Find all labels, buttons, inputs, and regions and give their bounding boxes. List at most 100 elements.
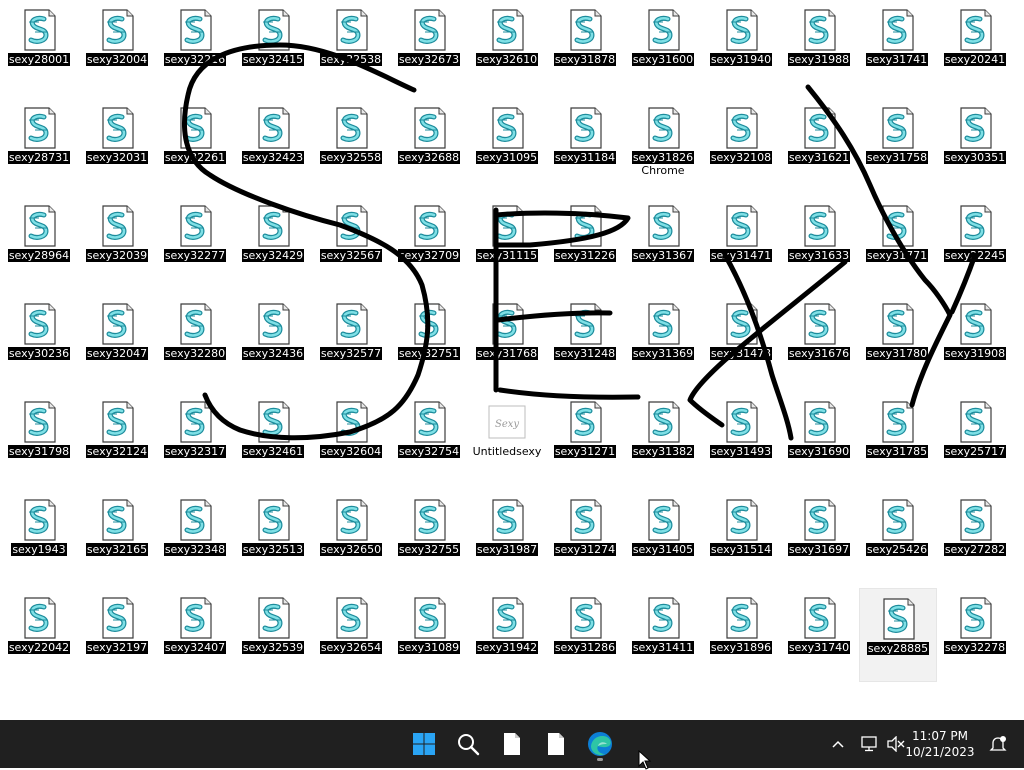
desktop-icon[interactable]: sexy31248 xyxy=(547,294,623,386)
desktop-icon[interactable]: sexy31690 xyxy=(781,392,857,484)
desktop-icon[interactable]: sexy32688 xyxy=(391,98,467,190)
desktop-icon[interactable]: sexy32407 xyxy=(157,588,233,680)
desktop-icon[interactable]: sexy31473 xyxy=(703,294,779,386)
desktop-icon[interactable]: sexy31405 xyxy=(625,490,701,582)
desktop-icon[interactable]: sexy31286 xyxy=(547,588,623,680)
desktop-icon[interactable]: sexy31878 xyxy=(547,0,623,92)
desktop-icon[interactable]: sexy32610 xyxy=(469,0,545,92)
desktop-icon[interactable]: sexy32165 xyxy=(79,490,155,582)
desktop-icon[interactable]: sexy31987 xyxy=(469,490,545,582)
desktop-icon[interactable]: sexy28964 xyxy=(1,196,77,288)
desktop-icon[interactable]: sexy32538 xyxy=(313,0,389,92)
desktop-icon[interactable]: sexy32673 xyxy=(391,0,467,92)
desktop-icon[interactable]: sexy31471 xyxy=(703,196,779,288)
desktop-icon[interactable]: sexy32348 xyxy=(157,490,233,582)
clock[interactable]: 11:07 PM 10/21/2023 xyxy=(900,728,980,760)
desktop-icon[interactable]: sexy30351 xyxy=(937,98,1013,190)
file-button-2[interactable] xyxy=(536,724,576,764)
desktop-icon[interactable]: sexy32039 xyxy=(79,196,155,288)
desktop[interactable]: sexy28001 sexy32004 sexy32216 sexy32415 … xyxy=(0,0,1024,720)
desktop-icon[interactable]: sexy30236 xyxy=(1,294,77,386)
desktop-icon[interactable]: sexy32755 xyxy=(391,490,467,582)
desktop-icon[interactable]: sexy32754 xyxy=(391,392,467,484)
desktop-icon[interactable]: sexy31382 xyxy=(625,392,701,484)
desktop-icon[interactable]: sexy31740 xyxy=(781,588,857,680)
network-button[interactable] xyxy=(858,732,882,756)
desktop-icon[interactable]: sexy32436 xyxy=(235,294,311,386)
desktop-icon[interactable]: sexy32261 xyxy=(157,98,233,190)
desktop-icon[interactable]: sexy32278 xyxy=(937,588,1013,680)
desktop-icon[interactable]: sexy31826 Chrome xyxy=(625,98,701,190)
desktop-icon[interactable]: sexy1943 xyxy=(1,490,77,582)
desktop-icon[interactable]: sexy32124 xyxy=(79,392,155,484)
desktop-icon[interactable]: sexy31271 xyxy=(547,392,623,484)
desktop-icon[interactable]: sexy32197 xyxy=(79,588,155,680)
edge-button[interactable] xyxy=(580,724,620,764)
desktop-icon[interactable]: sexy32654 xyxy=(313,588,389,680)
file-button-1[interactable] xyxy=(492,724,532,764)
desktop-icon[interactable]: sexy31095 xyxy=(469,98,545,190)
desktop-icon[interactable]: sexy31780 xyxy=(859,294,935,386)
desktop-icon[interactable]: sexy27282 xyxy=(937,490,1013,582)
desktop-icon[interactable]: sexy31758 xyxy=(859,98,935,190)
desktop-icon[interactable]: sexy32558 xyxy=(313,98,389,190)
desktop-icon[interactable]: sexy32108 xyxy=(703,98,779,190)
desktop-icon[interactable]: sexy32513 xyxy=(235,490,311,582)
desktop-icon[interactable]: sexy31768 xyxy=(469,294,545,386)
desktop-icon[interactable]: Sexy Untitledsexy xyxy=(469,392,545,484)
desktop-icon[interactable]: sexy31184 xyxy=(547,98,623,190)
desktop-icon[interactable]: sexy32650 xyxy=(313,490,389,582)
desktop-icon[interactable]: sexy31367 xyxy=(625,196,701,288)
desktop-icon[interactable]: sexy32709 xyxy=(391,196,467,288)
desktop-icon[interactable]: sexy31785 xyxy=(859,392,935,484)
desktop-icon[interactable]: sexy32216 xyxy=(157,0,233,92)
desktop-icon[interactable]: sexy32577 xyxy=(313,294,389,386)
desktop-icon[interactable]: sexy32429 xyxy=(235,196,311,288)
desktop-icon[interactable]: sexy31369 xyxy=(625,294,701,386)
desktop-icon[interactable]: sexy31411 xyxy=(625,588,701,680)
desktop-icon[interactable]: sexy32317 xyxy=(157,392,233,484)
notification-button[interactable] xyxy=(986,732,1010,756)
desktop-icon[interactable]: sexy31942 xyxy=(469,588,545,680)
desktop-icon[interactable]: sexy31089 xyxy=(391,588,467,680)
desktop-icon[interactable]: sexy31274 xyxy=(547,490,623,582)
desktop-icon[interactable]: sexy28731 xyxy=(1,98,77,190)
search-button[interactable] xyxy=(448,724,488,764)
desktop-icon[interactable]: sexy31741 xyxy=(859,0,935,92)
desktop-icon[interactable]: sexy28885 xyxy=(859,588,937,682)
desktop-icon[interactable]: sexy31226 xyxy=(547,196,623,288)
desktop-icon[interactable]: sexy20241 xyxy=(937,0,1013,92)
desktop-icon[interactable]: sexy28001 xyxy=(1,0,77,92)
desktop-icon[interactable]: sexy31697 xyxy=(781,490,857,582)
desktop-icon[interactable]: sexy32415 xyxy=(235,0,311,92)
desktop-icon[interactable]: sexy32604 xyxy=(313,392,389,484)
desktop-icon[interactable]: sexy31621 xyxy=(781,98,857,190)
desktop-icon[interactable]: sexy22245 xyxy=(937,196,1013,288)
desktop-icon[interactable]: sexy31115 xyxy=(469,196,545,288)
desktop-icon[interactable]: sexy31633 xyxy=(781,196,857,288)
desktop-icon[interactable]: sexy31493 xyxy=(703,392,779,484)
desktop-icon[interactable]: sexy31676 xyxy=(781,294,857,386)
desktop-icon[interactable]: sexy32751 xyxy=(391,294,467,386)
desktop-icon[interactable]: sexy22042 xyxy=(1,588,77,680)
desktop-icon[interactable]: sexy31940 xyxy=(703,0,779,92)
desktop-icon[interactable]: sexy31798 xyxy=(1,392,77,484)
start-button[interactable] xyxy=(404,724,444,764)
show-hidden-icons-button[interactable] xyxy=(826,732,850,756)
desktop-icon[interactable]: sexy32539 xyxy=(235,588,311,680)
desktop-icon[interactable]: sexy32004 xyxy=(79,0,155,92)
desktop-icon[interactable]: sexy31896 xyxy=(703,588,779,680)
desktop-icon[interactable]: sexy31771 xyxy=(859,196,935,288)
desktop-icon[interactable]: sexy32461 xyxy=(235,392,311,484)
desktop-icon[interactable]: sexy32423 xyxy=(235,98,311,190)
desktop-icon[interactable]: sexy32031 xyxy=(79,98,155,190)
desktop-icon[interactable]: sexy31988 xyxy=(781,0,857,92)
desktop-icon[interactable]: sexy32280 xyxy=(157,294,233,386)
desktop-icon[interactable]: sexy31908 xyxy=(937,294,1013,386)
desktop-icon[interactable]: sexy25717 xyxy=(937,392,1013,484)
desktop-icon[interactable]: sexy32277 xyxy=(157,196,233,288)
desktop-icon[interactable]: sexy31600 xyxy=(625,0,701,92)
desktop-icon[interactable]: sexy32567 xyxy=(313,196,389,288)
desktop-icon[interactable]: sexy32047 xyxy=(79,294,155,386)
desktop-icon[interactable]: sexy31514 xyxy=(703,490,779,582)
